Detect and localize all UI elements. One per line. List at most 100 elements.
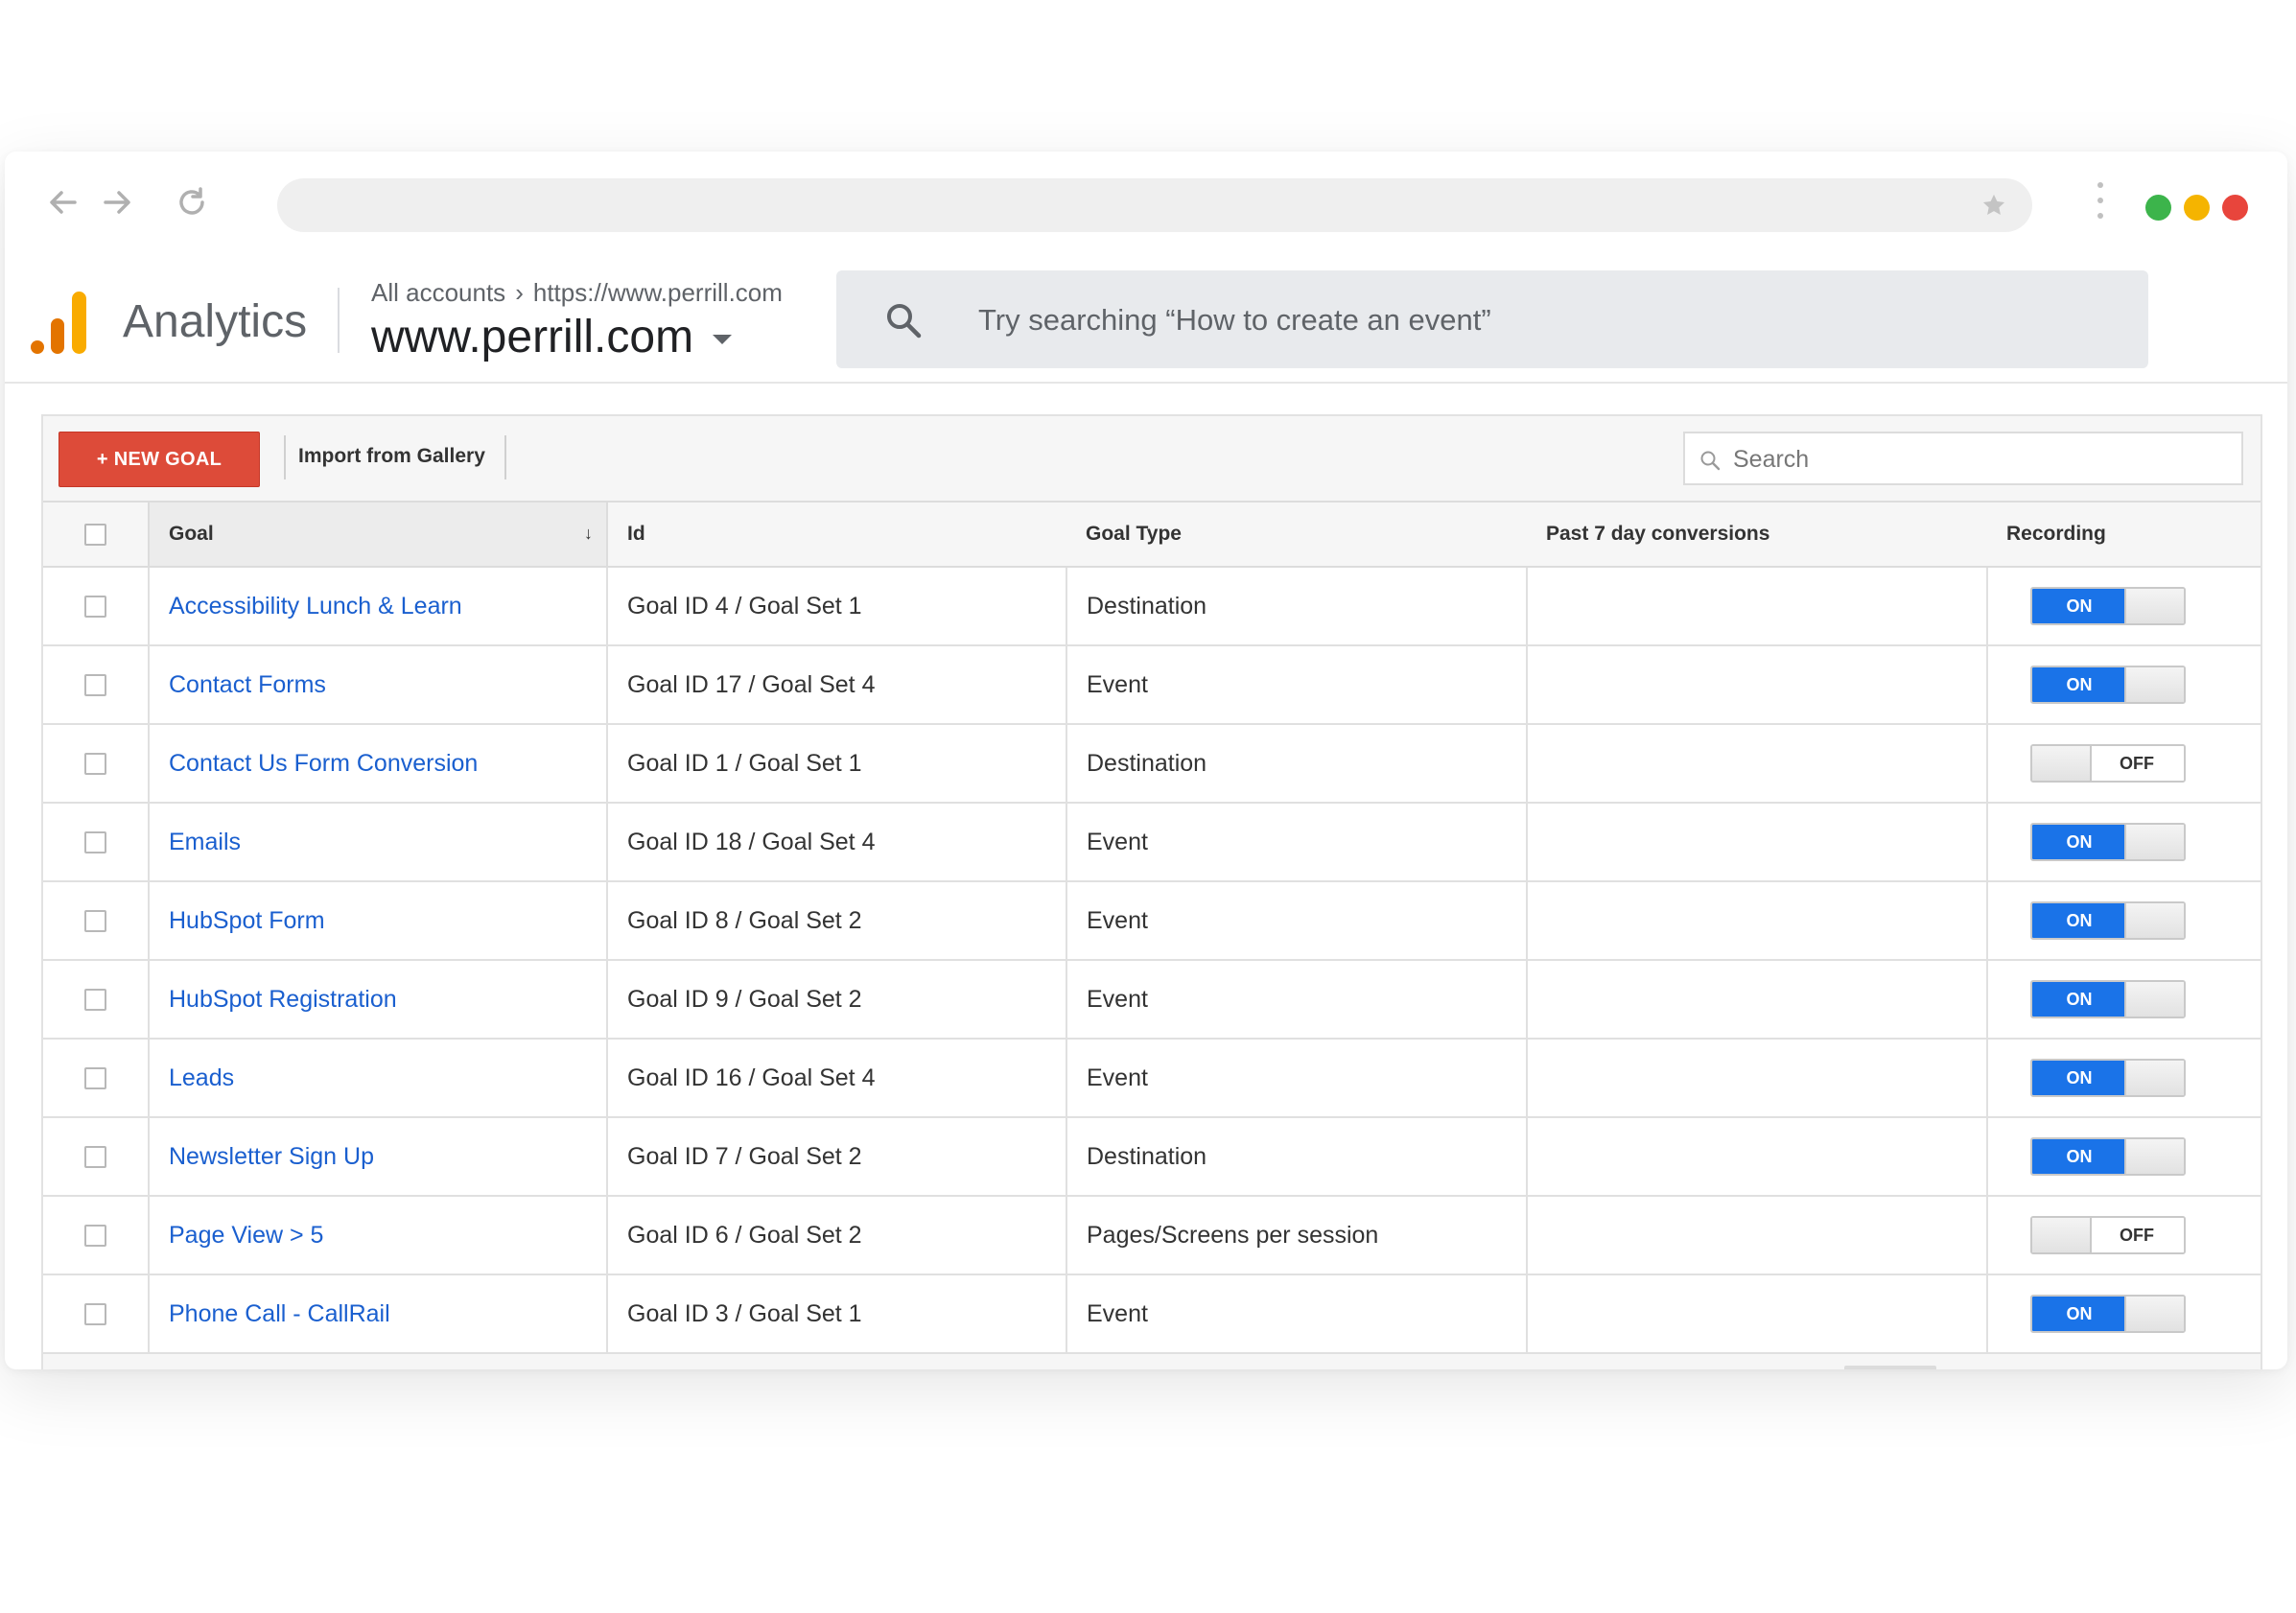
recording-toggle[interactable]: ON	[2030, 901, 2186, 940]
sort-down-arrow-icon[interactable]: ↓	[584, 524, 593, 544]
goal-name-cell: Emails	[149, 803, 608, 882]
recording-cell: OFF	[1987, 1196, 2261, 1275]
toggle-knob[interactable]	[2124, 1139, 2184, 1174]
goal-type-cell: Event	[1066, 1039, 1528, 1118]
goal-type-cell: Event	[1066, 881, 1528, 961]
row-select-cell	[43, 1274, 150, 1354]
table-row: Contact Forms Goal ID 17 / Goal Set 4 Even…	[43, 645, 2261, 725]
toggle-knob[interactable]	[2124, 1297, 2184, 1331]
row-checkbox[interactable]	[84, 1067, 106, 1090]
row-checkbox[interactable]	[84, 1303, 106, 1326]
goal-link[interactable]: Contact Forms	[169, 671, 326, 698]
property-selector[interactable]: www.perrill.com	[371, 311, 733, 363]
app-name: Analytics	[123, 296, 308, 347]
address-bar[interactable]	[277, 178, 2032, 232]
recording-toggle[interactable]: ON	[2030, 666, 2186, 704]
breadcrumb-property-url[interactable]: https://www.perrill.com	[533, 278, 783, 308]
goal-type-cell: Event	[1066, 803, 1528, 882]
breadcrumb[interactable]: All accounts › https://www.perrill.com	[371, 278, 783, 308]
reload-button[interactable]	[170, 180, 214, 224]
search-icon	[1700, 451, 1721, 471]
row-checkbox[interactable]	[84, 753, 106, 776]
row-checkbox[interactable]	[84, 989, 106, 1012]
recording-toggle[interactable]: ON	[2030, 1059, 2186, 1097]
recording-toggle-label: ON	[2032, 1139, 2126, 1174]
horizontal-scrollbar[interactable]	[1844, 1366, 1936, 1369]
row-checkbox[interactable]	[84, 910, 106, 933]
goal-link[interactable]: Phone Call - CallRail	[169, 1300, 390, 1327]
goal-id-cell: Goal ID 16 / Goal Set 4	[607, 1039, 1067, 1118]
bookmark-star-icon[interactable]	[1980, 192, 2007, 219]
goal-link[interactable]: Leads	[169, 1064, 234, 1091]
toggle-knob[interactable]	[2124, 903, 2184, 938]
goal-link[interactable]: HubSpot Registration	[169, 986, 397, 1013]
breadcrumb-account[interactable]: All accounts	[371, 278, 505, 308]
recording-toggle[interactable]: ON	[2030, 587, 2186, 625]
toggle-knob[interactable]	[2124, 667, 2184, 702]
conversions-cell	[1527, 1117, 1988, 1197]
row-select-cell	[43, 960, 150, 1040]
column-header-goal[interactable]: Goal ↓	[148, 501, 608, 568]
conversions-cell	[1527, 567, 1988, 646]
row-checkbox[interactable]	[84, 1146, 106, 1169]
goal-link[interactable]: Contact Us Form Conversion	[169, 750, 478, 777]
import-from-gallery-button[interactable]: Import from Gallery	[298, 445, 485, 468]
table-search[interactable]	[1683, 432, 2243, 485]
forward-button[interactable]	[95, 180, 139, 224]
select-all-cell	[43, 501, 149, 568]
global-search[interactable]	[836, 270, 2148, 368]
toggle-knob[interactable]	[2124, 1061, 2184, 1095]
toggle-knob[interactable]	[2032, 1218, 2092, 1252]
row-checkbox[interactable]	[84, 596, 106, 619]
table-search-input[interactable]	[1731, 443, 2214, 476]
goals-panel: + NEW GOAL Import from Gallery Goal ↓ Id …	[41, 414, 2262, 1369]
recording-toggle[interactable]: ON	[2030, 980, 2186, 1018]
toggle-knob[interactable]	[2124, 825, 2184, 859]
row-checkbox[interactable]	[84, 1225, 106, 1248]
select-all-checkbox[interactable]	[84, 523, 106, 546]
column-header-goal-type[interactable]: Goal Type	[1066, 501, 1527, 568]
recording-toggle[interactable]: ON	[2030, 1295, 2186, 1333]
goal-link[interactable]: Page View > 5	[169, 1222, 323, 1249]
column-header-conversions[interactable]: Past 7 day conversions	[1527, 501, 1987, 568]
row-checkbox[interactable]	[84, 674, 106, 697]
column-header-id[interactable]: Id	[607, 501, 1066, 568]
goals-toolbar: + NEW GOAL Import from Gallery	[43, 416, 2261, 501]
recording-toggle[interactable]: OFF	[2030, 1216, 2186, 1254]
goal-id-cell: Goal ID 18 / Goal Set 4	[607, 803, 1067, 882]
global-search-input[interactable]	[976, 297, 2112, 343]
row-select-cell	[43, 803, 150, 882]
window-maximize-light[interactable]	[2145, 195, 2171, 221]
goal-link[interactable]: Accessibility Lunch & Learn	[169, 593, 462, 619]
goal-id-cell: Goal ID 9 / Goal Set 2	[607, 960, 1067, 1040]
new-goal-button[interactable]: + NEW GOAL	[59, 432, 260, 487]
column-header-recording[interactable]: Recording	[1987, 501, 2261, 568]
recording-toggle[interactable]: OFF	[2030, 744, 2186, 783]
recording-cell: ON	[1987, 881, 2261, 961]
property-name[interactable]: www.perrill.com	[371, 311, 693, 363]
goal-link[interactable]: Newsletter Sign Up	[169, 1143, 374, 1170]
row-select-cell	[43, 1196, 150, 1275]
goal-type-cell: Event	[1066, 645, 1528, 725]
row-select-cell	[43, 881, 150, 961]
caret-down-icon[interactable]	[713, 334, 733, 344]
goal-link[interactable]: HubSpot Form	[169, 907, 325, 934]
goal-link[interactable]: Emails	[169, 829, 241, 855]
row-select-cell	[43, 1117, 150, 1197]
back-button[interactable]	[41, 180, 85, 224]
row-checkbox[interactable]	[84, 831, 106, 854]
goal-name-cell: Contact Us Form Conversion	[149, 724, 608, 804]
toggle-knob[interactable]	[2032, 746, 2092, 781]
arrow-left-icon	[50, 191, 77, 214]
toggle-knob[interactable]	[2124, 589, 2184, 623]
window-close-light[interactable]	[2222, 195, 2248, 221]
recording-toggle[interactable]: ON	[2030, 823, 2186, 861]
more-menu-icon[interactable]	[2091, 182, 2110, 230]
recording-toggle-label: ON	[2032, 589, 2126, 623]
goals-table: Goal ↓ Id Goal Type Past 7 day conversion…	[43, 501, 2261, 1354]
conversions-cell	[1527, 1274, 1988, 1354]
window-minimize-light[interactable]	[2184, 195, 2210, 221]
conversions-cell	[1527, 1196, 1988, 1275]
toggle-knob[interactable]	[2124, 982, 2184, 1017]
recording-toggle[interactable]: ON	[2030, 1137, 2186, 1176]
